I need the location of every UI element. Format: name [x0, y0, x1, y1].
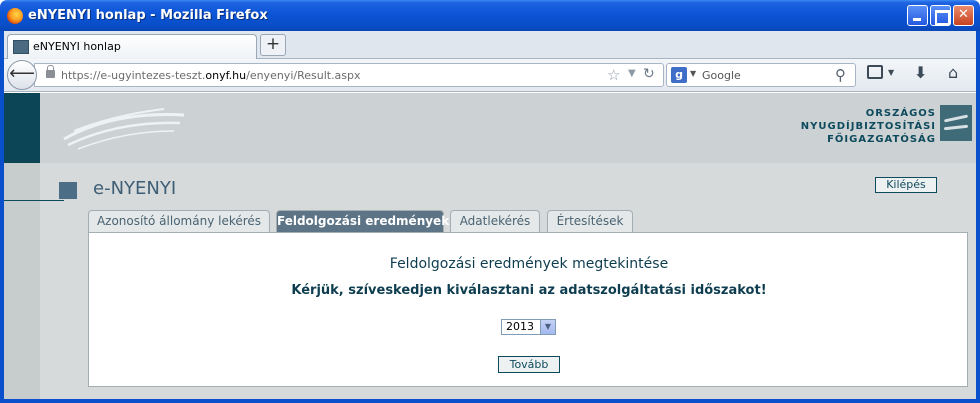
- result-panel: Feldolgozási eredmények megtekintése Kér…: [88, 232, 968, 387]
- home-icon[interactable]: ⌂: [948, 63, 958, 82]
- navigation-bar: https://e-ugyintezes-teszt.onyf.hu/enyen…: [4, 59, 976, 92]
- page-content: ORSZÁGOS NYUGDÍJBIZTOSÍTÁSI FŐIGAZGATÓSÁ…: [4, 93, 976, 399]
- window-titlebar: eNYENYI honlap - Mozilla Firefox ✕: [0, 0, 980, 31]
- left-sidebar: [4, 163, 40, 399]
- download-icon[interactable]: ⬇: [914, 63, 927, 82]
- window-frame-bottom: [0, 399, 980, 403]
- chevron-down-icon[interactable]: ▼: [540, 320, 555, 334]
- search-icon[interactable]: ⚲: [835, 66, 846, 84]
- back-button[interactable]: ⟵: [7, 60, 37, 90]
- window-frame-right: [976, 31, 980, 403]
- history-dropdown-icon[interactable]: ▼: [628, 68, 636, 79]
- search-engine-dropdown-icon[interactable]: ▼: [690, 69, 696, 78]
- google-icon[interactable]: g: [671, 67, 687, 83]
- site-favicon-icon: [13, 40, 29, 54]
- search-bar[interactable]: g ▼ Google ⚲: [666, 63, 856, 87]
- divider-line: [4, 200, 64, 201]
- reload-icon[interactable]: ↻: [643, 66, 655, 82]
- app-title: e-NYENYI: [93, 178, 177, 199]
- bookmarks-icon[interactable]: [867, 65, 883, 79]
- search-input[interactable]: Google: [702, 69, 741, 82]
- bookmark-star-icon[interactable]: ☆: [607, 66, 620, 84]
- close-button[interactable]: ✕: [953, 5, 974, 26]
- logout-button[interactable]: Kilépés: [875, 177, 937, 193]
- new-tab-button[interactable]: +: [260, 34, 286, 56]
- maximize-button[interactable]: [930, 5, 951, 26]
- url-bar[interactable]: https://e-ugyintezes-teszt.onyf.hu/enyen…: [34, 63, 664, 87]
- bookmarks-dropdown-icon[interactable]: ▼: [888, 68, 894, 77]
- firefox-icon: [7, 8, 23, 24]
- tab-azonosito-allomany[interactable]: Azonosító állomány lekérés: [88, 210, 270, 232]
- year-select[interactable]: 2013 ▼: [501, 319, 556, 335]
- next-button[interactable]: Tovább: [498, 356, 560, 373]
- window-title: eNYENYI honlap - Mozilla Firefox: [28, 8, 268, 23]
- browser-tab-label: eNYENYI honlap: [33, 40, 121, 53]
- organization-logo-text: ORSZÁGOS NYUGDÍJBIZTOSÍTÁSI FŐIGAZGATÓSÁ…: [800, 108, 936, 145]
- organization-logo-icon: [940, 105, 972, 141]
- app-logo-square-icon: [59, 182, 77, 199]
- period-prompt: Kérjük, szíveskedjen kiválasztani az ada…: [291, 283, 767, 298]
- tab-ertesitesek[interactable]: Értesítések: [547, 210, 633, 232]
- tab-feldolgozasi-eredmenyek[interactable]: Feldolgozási eredmények: [276, 210, 449, 232]
- tab-adatlekeres[interactable]: Adatlekérés: [450, 210, 540, 232]
- year-select-value: 2013: [506, 320, 534, 333]
- page-heading: Feldolgozási eredmények megtekintése: [389, 256, 669, 272]
- minimize-button[interactable]: [907, 5, 928, 26]
- url-text: https://e-ugyintezes-teszt.onyf.hu/enyen…: [61, 69, 361, 82]
- lock-icon: [46, 65, 55, 78]
- browser-tabbar: eNYENYI honlap +: [4, 31, 976, 59]
- wing-decoration-icon: [63, 108, 185, 150]
- browser-tab[interactable]: eNYENYI honlap: [7, 34, 257, 59]
- banner-accent: [4, 93, 40, 163]
- site-banner: ORSZÁGOS NYUGDÍJBIZTOSÍTÁSI FŐIGAZGATÓSÁ…: [4, 93, 976, 163]
